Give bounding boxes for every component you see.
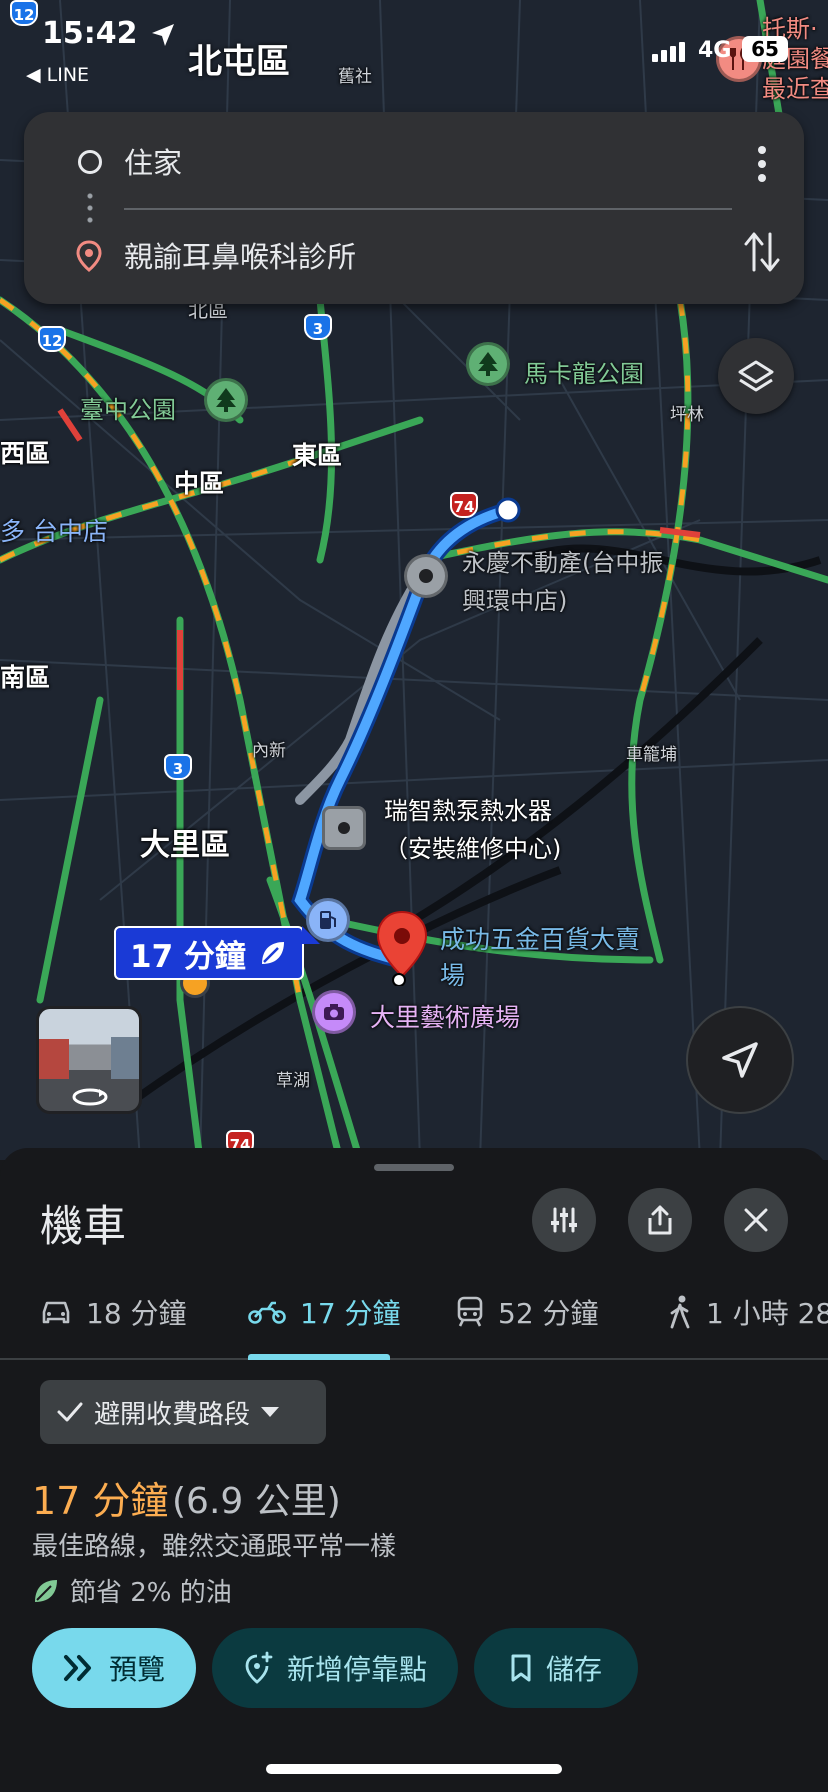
destination-field[interactable]: 親諭耳鼻喉科診所 bbox=[124, 234, 356, 276]
tab-walk-label: 1 小時 28 bbox=[706, 1297, 828, 1330]
tune-icon bbox=[551, 1207, 577, 1233]
active-tab-indicator bbox=[248, 1354, 390, 1360]
rotate-360-icon bbox=[72, 1088, 108, 1106]
map-label-pinglin: 坪林 bbox=[670, 405, 704, 425]
tab-motorcycle-label: 17 分鐘 bbox=[300, 1297, 401, 1330]
road-shield-3b: 3 bbox=[164, 754, 192, 780]
home-indicator[interactable] bbox=[266, 1764, 562, 1774]
map-label-taichung-park[interactable]: 臺中公園 bbox=[80, 390, 176, 425]
map-label-chenggong-hardware[interactable]: 成功五金百貨大賣 場 bbox=[440, 922, 640, 994]
map-label-central-district: 中區 bbox=[174, 469, 225, 498]
chevron-down-icon bbox=[261, 1407, 280, 1417]
checkmark-icon bbox=[57, 1402, 83, 1422]
tab-car-label: 18 分鐘 bbox=[86, 1297, 187, 1330]
motorcycle-icon bbox=[248, 1301, 286, 1324]
more-options-icon[interactable] bbox=[750, 142, 774, 186]
close-icon bbox=[744, 1208, 768, 1232]
park-pin-icon[interactable] bbox=[204, 378, 248, 422]
save-label: 儲存 bbox=[545, 1653, 602, 1686]
tab-car[interactable]: 18 分鐘 bbox=[40, 1264, 187, 1360]
tab-walk[interactable]: 1 小時 28 bbox=[668, 1264, 828, 1360]
map-label-makalong-park[interactable]: 馬卡龍公園 bbox=[524, 354, 644, 389]
signal-icon bbox=[652, 42, 685, 62]
route-search-card: 住家 親諭耳鼻喉科診所 bbox=[24, 112, 804, 304]
start-navigation-button[interactable] bbox=[686, 1006, 794, 1114]
add-location-icon bbox=[245, 1651, 273, 1684]
origin-circle-icon bbox=[78, 150, 102, 174]
map-label-dali-district: 大里區 bbox=[140, 828, 230, 863]
route-description: 最佳路線，雖然交通跟平常一樣 bbox=[32, 1532, 397, 1562]
car-icon bbox=[42, 1301, 70, 1324]
add-stop-button[interactable]: 新增停靠點 bbox=[212, 1628, 458, 1708]
sheet-title: 機車 bbox=[40, 1202, 126, 1252]
directions-sheet: 機車 18 分鐘 17 分鐘 52 分鐘 1 小時 28 避開收費路段 17 分 bbox=[0, 1148, 828, 1792]
tab-transit-label: 52 分鐘 bbox=[498, 1297, 599, 1330]
travel-mode-tabs: 18 分鐘 17 分鐘 52 分鐘 1 小時 28 bbox=[0, 1264, 828, 1360]
preview-button[interactable]: 預覽 bbox=[32, 1628, 196, 1708]
street-view-thumbnail[interactable] bbox=[36, 1006, 142, 1114]
location-arrow-icon bbox=[151, 23, 174, 46]
route-connector-dots bbox=[87, 190, 93, 226]
sheet-drag-handle[interactable] bbox=[374, 1164, 454, 1171]
map-label-east-district: 東區 bbox=[292, 441, 343, 470]
eta-bubble[interactable]: 17 分鐘 bbox=[114, 926, 320, 980]
park-pin-icon[interactable] bbox=[466, 342, 510, 386]
share-icon bbox=[648, 1205, 672, 1235]
back-to-app-link[interactable]: ◀ LINE bbox=[26, 64, 89, 86]
eco-leaf-icon bbox=[35, 1579, 57, 1602]
layers-icon bbox=[738, 360, 774, 392]
map-label-ruizhi-heatpump[interactable]: 瑞智熱泵熱水器 （安裝維修中心) bbox=[384, 792, 561, 868]
bookmark-icon bbox=[511, 1654, 531, 1682]
close-button[interactable] bbox=[724, 1188, 788, 1252]
road-shield-12: 12 bbox=[38, 326, 66, 352]
tab-motorcycle[interactable]: 17 分鐘 bbox=[248, 1264, 401, 1360]
eco-leaf-icon bbox=[261, 942, 284, 964]
walk-icon bbox=[670, 1295, 690, 1329]
road-shield-74: 74 bbox=[450, 492, 478, 518]
map-layers-button[interactable] bbox=[718, 338, 794, 414]
route-options-button[interactable] bbox=[532, 1188, 596, 1252]
map-label-chelongpu: 車籠埔 bbox=[626, 745, 677, 765]
origin-field[interactable]: 住家 bbox=[124, 140, 182, 182]
status-bar: 15:42 ◀ LINE 北屯區 4G 65 bbox=[0, 0, 828, 92]
current-district-label: 北屯區 bbox=[188, 42, 290, 82]
share-button[interactable] bbox=[628, 1188, 692, 1252]
avoid-tolls-label: 避開收費路段 bbox=[94, 1399, 251, 1430]
destination-pin-icon[interactable] bbox=[376, 910, 428, 990]
map-label-yongqing-realestate[interactable]: 永慶不動產(台中振 興環中店) bbox=[462, 544, 663, 620]
map-label-west-district: 西區 bbox=[0, 439, 51, 468]
status-time: 15:42 bbox=[42, 16, 176, 51]
fuel-saving-label: 節省 2% 的油 bbox=[70, 1578, 232, 1608]
tab-transit[interactable]: 52 分鐘 bbox=[456, 1264, 599, 1360]
preview-label: 預覽 bbox=[108, 1653, 165, 1686]
route-duration: 17 分鐘 bbox=[32, 1479, 169, 1523]
double-chevron-right-icon bbox=[63, 1655, 91, 1681]
avoid-tolls-chip[interactable]: 避開收費路段 bbox=[40, 1380, 326, 1444]
destination-marker-icon bbox=[76, 240, 102, 272]
network-type: 4G bbox=[698, 38, 732, 63]
business-pin-icon[interactable] bbox=[404, 554, 448, 598]
save-button[interactable]: 儲存 bbox=[474, 1628, 638, 1708]
camera-pin-icon[interactable] bbox=[312, 990, 356, 1034]
map-label-dali-art-plaza[interactable]: 大里藝術廣場 bbox=[370, 998, 520, 1034]
card-divider bbox=[124, 208, 732, 210]
transit-icon bbox=[457, 1296, 483, 1327]
battery-indicator: 65 bbox=[742, 36, 788, 62]
road-shield-3: 3 bbox=[304, 314, 332, 340]
map-label-taichung-station[interactable]: 多 台中店 bbox=[0, 512, 108, 548]
swap-direction-icon[interactable] bbox=[742, 230, 782, 274]
navigation-arrow-icon bbox=[722, 1042, 758, 1078]
business-pin-icon[interactable] bbox=[322, 806, 366, 850]
eta-bubble-label: 17 分鐘 bbox=[130, 938, 246, 975]
map-label-neixin: 內新 bbox=[252, 741, 286, 761]
map-label-caohu: 草湖 bbox=[276, 1071, 310, 1091]
route-distance: (6.9 公里) bbox=[172, 1481, 341, 1522]
map-label-south-district: 南區 bbox=[0, 663, 51, 692]
fuel-saving-row: 節省 2% 的油 bbox=[32, 1572, 232, 1609]
add-stop-label: 新增停靠點 bbox=[286, 1653, 427, 1686]
